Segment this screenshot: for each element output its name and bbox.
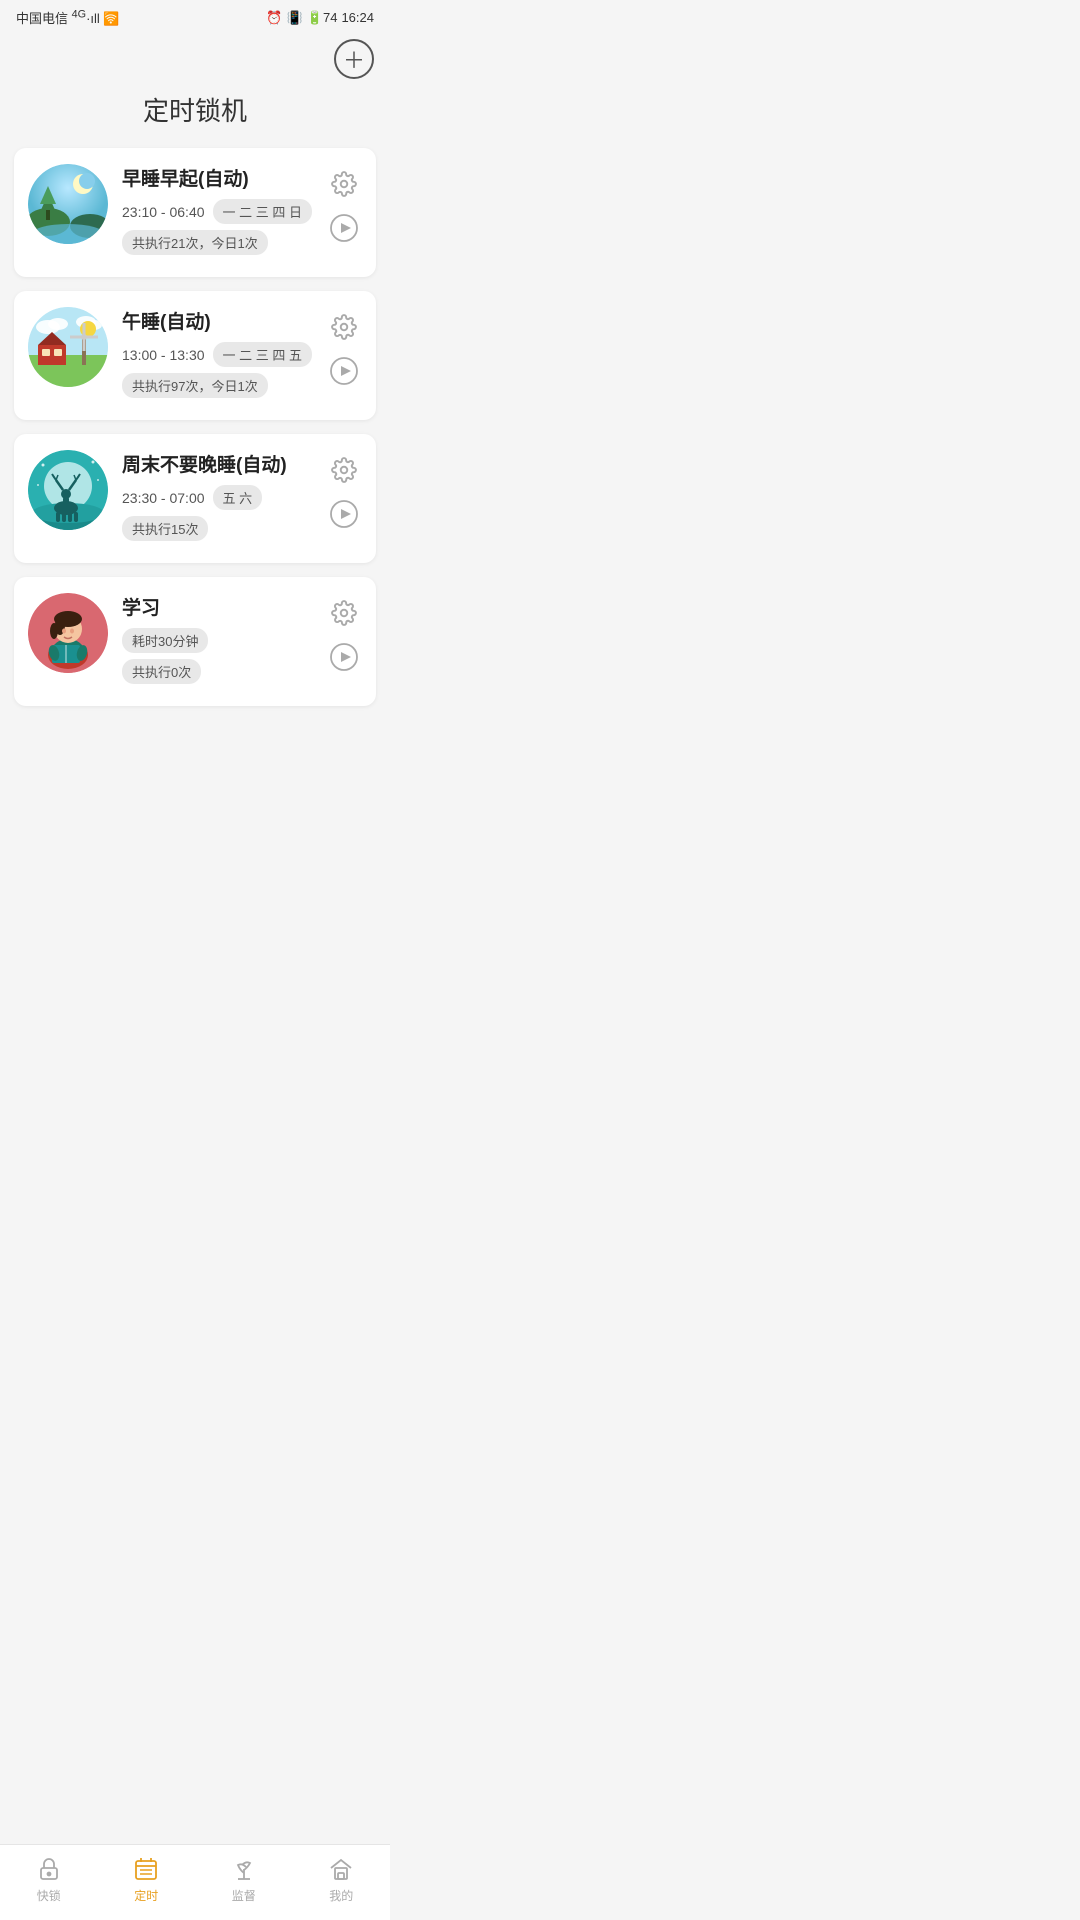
lock-icon — [35, 1855, 63, 1883]
play-button-1[interactable] — [326, 210, 362, 246]
plus-icon: ＋ — [343, 43, 365, 75]
nav-item-timer[interactable]: 定时 — [116, 1855, 176, 1904]
nav-item-monitor[interactable]: 监督 — [214, 1855, 274, 1904]
card-actions-2 — [326, 307, 362, 389]
card-avatar-4 — [28, 593, 108, 673]
card-stat2-4: 耗时30分钟 — [122, 628, 208, 653]
page-title: 定时锁机 — [0, 83, 390, 148]
card-content-2: 午睡(自动) 13:00 - 13:30 一 二 三 四 五 共执行97次，今日… — [122, 307, 312, 404]
card-time-2: 13:00 - 13:30 — [122, 347, 205, 363]
carrier-signal: 中国电信 4G·ıll 🛜 — [16, 8, 120, 27]
play-button-4[interactable] — [326, 639, 362, 675]
card-avatar-3 — [28, 450, 108, 530]
nav-label-mine: 我的 — [329, 1887, 353, 1904]
play-button-3[interactable] — [326, 496, 362, 532]
card-actions-4 — [326, 593, 362, 675]
card-avatar-1 — [28, 164, 108, 244]
card-weekend: 周末不要晚睡(自动) 23:30 - 07:00 五 六 共执行15次 — [14, 434, 376, 563]
card-actions-1 — [326, 164, 362, 246]
card-days-2: 一 二 三 四 五 — [213, 342, 312, 367]
card-nap: 午睡(自动) 13:00 - 13:30 一 二 三 四 五 共执行97次，今日… — [14, 291, 376, 420]
nav-label-timer: 定时 — [134, 1887, 158, 1904]
card-stat-2: 共执行97次，今日1次 — [122, 373, 268, 398]
settings-button-3[interactable] — [326, 452, 362, 488]
timer-icon — [132, 1855, 160, 1883]
nav-item-mine[interactable]: 我的 — [311, 1855, 371, 1904]
card-avatar-2 — [28, 307, 108, 387]
nav-label-lock: 快锁 — [37, 1887, 61, 1904]
cards-list: 早睡早起(自动) 23:10 - 06:40 一 二 三 四 日 共执行21次，… — [0, 148, 390, 706]
card-title-1: 早睡早起(自动) — [122, 164, 312, 191]
card-stat-1: 共执行21次，今日1次 — [122, 230, 268, 255]
settings-button-1[interactable] — [326, 166, 362, 202]
add-button[interactable]: ＋ — [334, 39, 374, 79]
card-stat-3: 共执行15次 — [122, 516, 208, 541]
card-actions-3 — [326, 450, 362, 532]
card-time-1: 23:10 - 06:40 — [122, 204, 205, 220]
card-study: 学习 耗时30分钟 共执行0次 — [14, 577, 376, 706]
play-button-2[interactable] — [326, 353, 362, 389]
card-title-3: 周末不要晚睡(自动) — [122, 450, 312, 477]
vibrate-icon: 📳 — [287, 10, 303, 26]
time-display: 16:24 — [341, 10, 374, 25]
settings-button-4[interactable] — [326, 595, 362, 631]
header: ＋ — [0, 31, 390, 83]
plant-icon — [230, 1855, 258, 1883]
battery-icon: 🔋74 — [307, 10, 338, 26]
nav-item-lock[interactable]: 快锁 — [19, 1855, 79, 1904]
card-content-1: 早睡早起(自动) 23:10 - 06:40 一 二 三 四 日 共执行21次，… — [122, 164, 312, 261]
bottom-nav: 快锁 定时 监督 我的 — [0, 1844, 390, 1920]
card-title-4: 学习 — [122, 593, 312, 620]
card-time-3: 23:30 - 07:00 — [122, 490, 205, 506]
card-days-3: 五 六 — [213, 485, 263, 510]
card-early-sleep: 早睡早起(自动) 23:10 - 06:40 一 二 三 四 日 共执行21次，… — [14, 148, 376, 277]
nav-label-monitor: 监督 — [232, 1887, 256, 1904]
card-title-2: 午睡(自动) — [122, 307, 312, 334]
card-content-4: 学习 耗时30分钟 共执行0次 — [122, 593, 312, 690]
card-content-3: 周末不要晚睡(自动) 23:30 - 07:00 五 六 共执行15次 — [122, 450, 312, 547]
alarm-icon: ⏰ — [266, 10, 282, 26]
status-bar: 中国电信 4G·ıll 🛜 ⏰ 📳 🔋74 16:24 — [0, 0, 390, 31]
card-stat-4: 共执行0次 — [122, 659, 201, 684]
home-icon — [327, 1855, 355, 1883]
settings-button-2[interactable] — [326, 309, 362, 345]
card-days-1: 一 二 三 四 日 — [213, 199, 312, 224]
